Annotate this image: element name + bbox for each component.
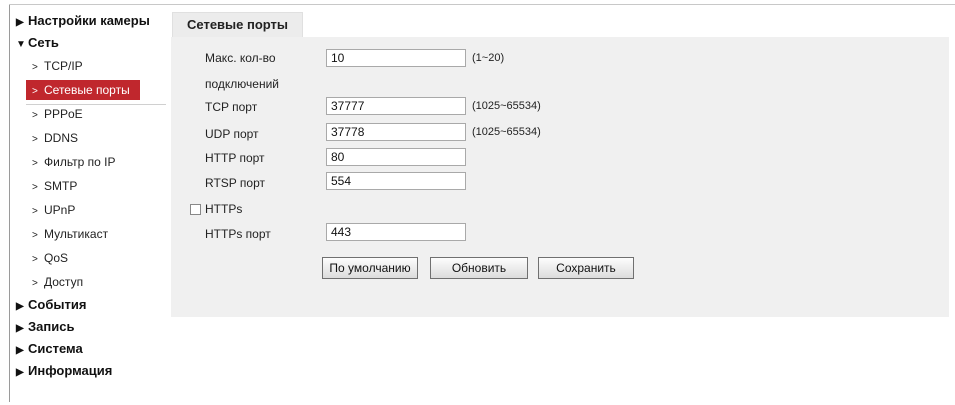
max-connections-label: Макс. кол-во bbox=[205, 51, 276, 65]
sidebar-item-network-ports[interactable]: > Сетевые порты bbox=[26, 80, 140, 100]
sidebar-item-smtp[interactable]: > SMTP bbox=[16, 174, 166, 198]
https-checkbox[interactable] bbox=[190, 204, 201, 215]
https-checkbox-label: HTTPs bbox=[205, 202, 243, 216]
tcp-port-label: TCP порт bbox=[205, 100, 258, 114]
sidebar-item-pppoe[interactable]: > PPPoE bbox=[16, 102, 166, 126]
sidebar-section-label: Сеть bbox=[28, 35, 59, 50]
sidebar-section-label: Настройки камеры bbox=[28, 13, 150, 28]
collapsed-arrow-icon: ▶ bbox=[16, 323, 24, 334]
sidebar-nav: ▶ Настройки камеры ▼ Сеть > TCP/IP > Сетевые… bbox=[16, 10, 166, 382]
tab-network-ports[interactable]: Сетевые порты bbox=[172, 12, 304, 37]
chevron-right-icon: > bbox=[32, 62, 38, 73]
sidebar-item-multicast[interactable]: > Мультикаст bbox=[16, 222, 166, 246]
collapsed-arrow-icon: ▶ bbox=[16, 345, 24, 356]
rtsp-port-input[interactable] bbox=[326, 172, 466, 190]
sidebar-item-label: QoS bbox=[44, 251, 69, 265]
http-port-label: HTTP порт bbox=[205, 151, 265, 165]
sidebar-section-network[interactable]: ▼ Сеть bbox=[16, 32, 166, 54]
sidebar-item-label: UPnP bbox=[44, 203, 76, 217]
sidebar-section-label: Система bbox=[28, 341, 83, 356]
tcp-port-range: (1025~65534) bbox=[472, 100, 541, 112]
sidebar-item-label: Фильтр по IP bbox=[44, 155, 116, 169]
sidebar-item-label: Сетевые порты bbox=[44, 83, 130, 97]
collapsed-arrow-icon: ▶ bbox=[16, 367, 24, 378]
max-connections-input[interactable] bbox=[326, 49, 466, 67]
chevron-right-icon: > bbox=[32, 230, 38, 241]
sidebar-section-camera-settings[interactable]: ▶ Настройки камеры bbox=[16, 10, 166, 32]
sidebar-item-label: PPPoE bbox=[44, 107, 83, 121]
sidebar-item-label: SMTP bbox=[44, 179, 78, 193]
max-connections-label-line2: подключений bbox=[205, 77, 279, 91]
collapsed-arrow-icon: ▶ bbox=[16, 301, 24, 312]
https-port-label: HTTPs порт bbox=[205, 227, 271, 241]
sidebar-item-ddns[interactable]: > DDNS bbox=[16, 126, 166, 150]
sidebar-section-record[interactable]: ▶ Запись bbox=[16, 316, 166, 338]
sidebar-item-tcpip[interactable]: > TCP/IP bbox=[16, 54, 166, 78]
save-button[interactable]: Сохранить bbox=[538, 257, 634, 279]
sidebar-item-upnp[interactable]: > UPnP bbox=[16, 198, 166, 222]
chevron-right-icon: > bbox=[32, 86, 38, 97]
refresh-button[interactable]: Обновить bbox=[430, 257, 528, 279]
chevron-right-icon: > bbox=[32, 278, 38, 289]
network-ports-panel: Макс. кол-во подключений (1~20) TCP порт… bbox=[171, 37, 949, 317]
sidebar-section-info[interactable]: ▶ Информация bbox=[16, 360, 166, 382]
chevron-right-icon: > bbox=[32, 206, 38, 217]
max-connections-range: (1~20) bbox=[472, 52, 505, 64]
sidebar-section-label: Запись bbox=[28, 319, 75, 334]
frame-left-border bbox=[9, 4, 10, 402]
sidebar-item-qos[interactable]: > QoS bbox=[16, 246, 166, 270]
sidebar-section-events[interactable]: ▶ События bbox=[16, 294, 166, 316]
sidebar-item-label: DDNS bbox=[44, 131, 79, 145]
sidebar-item-label: TCP/IP bbox=[44, 59, 83, 73]
sidebar-section-system[interactable]: ▶ Система bbox=[16, 338, 166, 360]
sidebar-item-ip-filter[interactable]: > Фильтр по IP bbox=[16, 150, 166, 174]
udp-port-input[interactable] bbox=[326, 123, 466, 141]
rtsp-port-label: RTSP порт bbox=[205, 176, 265, 190]
chevron-right-icon: > bbox=[32, 110, 38, 121]
sidebar-item-label: Доступ bbox=[44, 275, 84, 289]
sidebar-section-label: Информация bbox=[28, 363, 113, 378]
udp-port-range: (1025~65534) bbox=[472, 126, 541, 138]
chevron-right-icon: > bbox=[32, 158, 38, 169]
collapsed-arrow-icon: ▶ bbox=[16, 17, 24, 28]
sidebar-section-label: События bbox=[28, 297, 87, 312]
http-port-input[interactable] bbox=[326, 148, 466, 166]
https-port-input[interactable] bbox=[326, 223, 466, 241]
chevron-right-icon: > bbox=[32, 182, 38, 193]
sidebar-item-label: Мультикаст bbox=[44, 227, 109, 241]
frame-top-border bbox=[9, 4, 955, 5]
chevron-right-icon: > bbox=[32, 134, 38, 145]
network-submenu: > TCP/IP > Сетевые порты > PPPoE > DDNS > Фил… bbox=[16, 54, 166, 294]
chevron-right-icon: > bbox=[32, 254, 38, 265]
default-button[interactable]: По умолчанию bbox=[322, 257, 418, 279]
udp-port-label: UDP порт bbox=[205, 127, 259, 141]
expanded-arrow-icon: ▼ bbox=[16, 39, 26, 50]
sidebar-item-access[interactable]: > Доступ bbox=[16, 270, 166, 294]
tcp-port-input[interactable] bbox=[326, 97, 466, 115]
